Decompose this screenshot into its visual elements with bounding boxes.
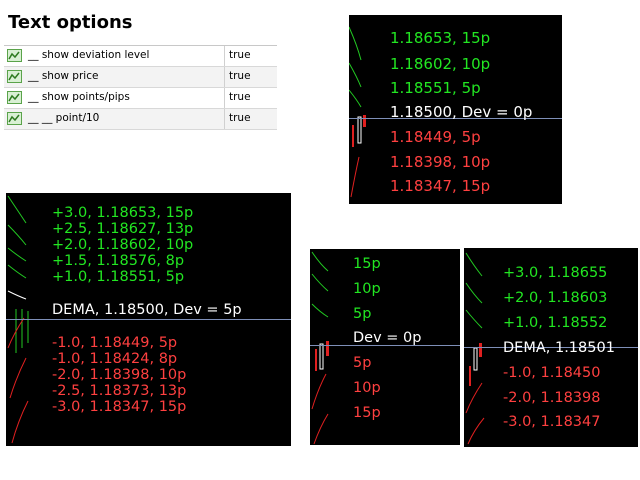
option-value[interactable]: true <box>229 112 251 124</box>
center-level-label: DEMA, 1.18500, Dev = 5p <box>52 302 242 318</box>
up-level-label: +2.5, 1.18627, 13p <box>52 221 194 237</box>
down-level-label: -1.0, 1.18424, 8p <box>52 351 178 367</box>
options-table: __ show deviation level true __ show pri… <box>4 45 277 130</box>
up-level-label: 5p <box>353 306 372 322</box>
down-level-label: -1.0, 1.18450 <box>503 365 601 381</box>
option-row-show-points-pips[interactable]: __ show points/pips true <box>4 88 277 109</box>
down-level-label: 10p <box>353 380 381 396</box>
option-name: __ show price <box>28 70 99 82</box>
chart-panel-1: 1.18653, 15p 1.18602, 10p 1.18551, 5p 1.… <box>349 15 562 204</box>
option-value[interactable]: true <box>229 70 251 82</box>
center-level-label: DEMA, 1.18501 <box>503 340 615 356</box>
up-level-label: +2.0, 1.18602, 10p <box>52 237 194 253</box>
option-name: __ __ point/10 <box>28 112 100 124</box>
up-level-label: +1.0, 1.18552 <box>503 315 608 331</box>
column-divider <box>224 88 225 108</box>
page-title: Text options <box>8 12 133 33</box>
option-row-show-deviation-level[interactable]: __ show deviation level true <box>4 46 277 67</box>
down-level-label: -2.0, 1.18398, 10p <box>52 367 187 383</box>
down-level-label: -3.0, 1.18347, 15p <box>52 399 187 415</box>
indicator-parameter-icon <box>7 49 22 62</box>
up-level-label: +2.0, 1.18603 <box>503 290 608 306</box>
up-level-label: 15p <box>353 256 381 272</box>
up-level-label: 10p <box>353 281 381 297</box>
option-value[interactable]: true <box>229 91 251 103</box>
up-level-label: 1.18602, 10p <box>390 55 491 73</box>
down-level-label: -2.5, 1.18373, 13p <box>52 383 187 399</box>
down-level-label: -3.0, 1.18347 <box>503 414 601 430</box>
indicator-parameter-icon <box>7 112 22 125</box>
indicator-parameter-icon <box>7 91 22 104</box>
up-level-label: +3.0, 1.18655 <box>503 265 608 281</box>
center-level-label: 1.18500, Dev = 0p <box>390 103 533 121</box>
indicator-parameter-icon <box>7 70 22 83</box>
down-level-label: 15p <box>353 405 381 421</box>
column-divider <box>224 67 225 87</box>
chart-panel-4: +3.0, 1.18655 +2.0, 1.18603 +1.0, 1.1855… <box>464 248 638 447</box>
center-level-line <box>6 319 291 320</box>
down-level-label: -2.0, 1.18398 <box>503 390 601 406</box>
option-row-show-price[interactable]: __ show price true <box>4 67 277 88</box>
down-level-label: 1.18449, 5p <box>390 128 481 146</box>
option-value[interactable]: true <box>229 49 251 61</box>
down-level-label: 1.18347, 15p <box>390 177 491 195</box>
option-name: __ show points/pips <box>28 91 130 103</box>
column-divider <box>224 109 225 129</box>
center-level-label: Dev = 0p <box>353 330 422 346</box>
up-level-label: +1.0, 1.18551, 5p <box>52 269 185 285</box>
chart-panel-3: 15p 10p 5p Dev = 0p 5p 10p 15p <box>310 249 460 445</box>
option-name: __ show deviation level <box>28 49 150 61</box>
up-level-label: +3.0, 1.18653, 15p <box>52 205 194 221</box>
up-level-label: +1.5, 1.18576, 8p <box>52 253 185 269</box>
column-divider <box>224 46 225 66</box>
down-level-label: -1.0, 1.18449, 5p <box>52 335 178 351</box>
up-level-label: 1.18551, 5p <box>390 79 481 97</box>
up-level-label: 1.18653, 15p <box>390 29 491 47</box>
down-level-label: 5p <box>353 355 372 371</box>
down-level-label: 1.18398, 10p <box>390 153 491 171</box>
chart-panel-2: +3.0, 1.18653, 15p +2.5, 1.18627, 13p +2… <box>6 193 291 446</box>
chart-decoration <box>311 251 329 445</box>
option-row-point-10[interactable]: __ __ point/10 true <box>4 109 277 130</box>
